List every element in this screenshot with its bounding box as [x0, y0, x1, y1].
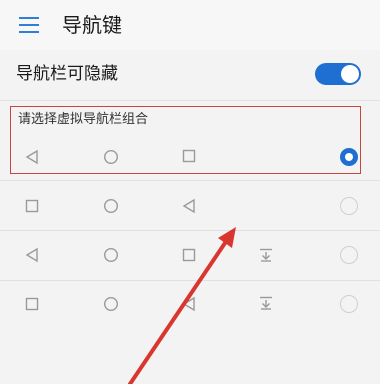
pull-down-notification-icon	[258, 247, 274, 263]
back-triangle-icon	[24, 247, 40, 263]
header-bar: 导航键	[0, 0, 380, 50]
nav-option-3[interactable]	[0, 230, 380, 282]
page-title: 导航键	[62, 13, 122, 37]
option-4-radio[interactable]	[340, 295, 358, 313]
toggle-knob	[341, 65, 359, 83]
option-3-radio[interactable]	[340, 246, 358, 264]
recents-square-icon	[182, 248, 196, 262]
option-2-radio[interactable]	[340, 197, 358, 215]
pull-down-notification-icon	[258, 295, 274, 311]
recents-square-icon	[25, 297, 39, 311]
home-circle-icon	[103, 247, 119, 263]
nav-option-2[interactable]	[0, 180, 380, 232]
divider	[0, 100, 380, 101]
option-1-radio[interactable]	[340, 148, 358, 166]
back-triangle-icon	[181, 296, 197, 312]
recents-square-icon	[25, 199, 39, 213]
nav-option-1[interactable]	[0, 132, 380, 184]
menu-icon[interactable]	[19, 17, 39, 33]
recents-square-icon	[182, 149, 196, 163]
back-triangle-icon	[181, 198, 197, 214]
home-circle-icon	[103, 149, 119, 165]
back-triangle-icon	[24, 149, 40, 165]
hide-nav-bar-toggle[interactable]	[315, 63, 361, 85]
hide-nav-bar-label: 导航栏可隐藏	[16, 64, 118, 84]
nav-option-4[interactable]	[0, 280, 380, 332]
home-circle-icon	[103, 296, 119, 312]
home-circle-icon	[103, 198, 119, 214]
